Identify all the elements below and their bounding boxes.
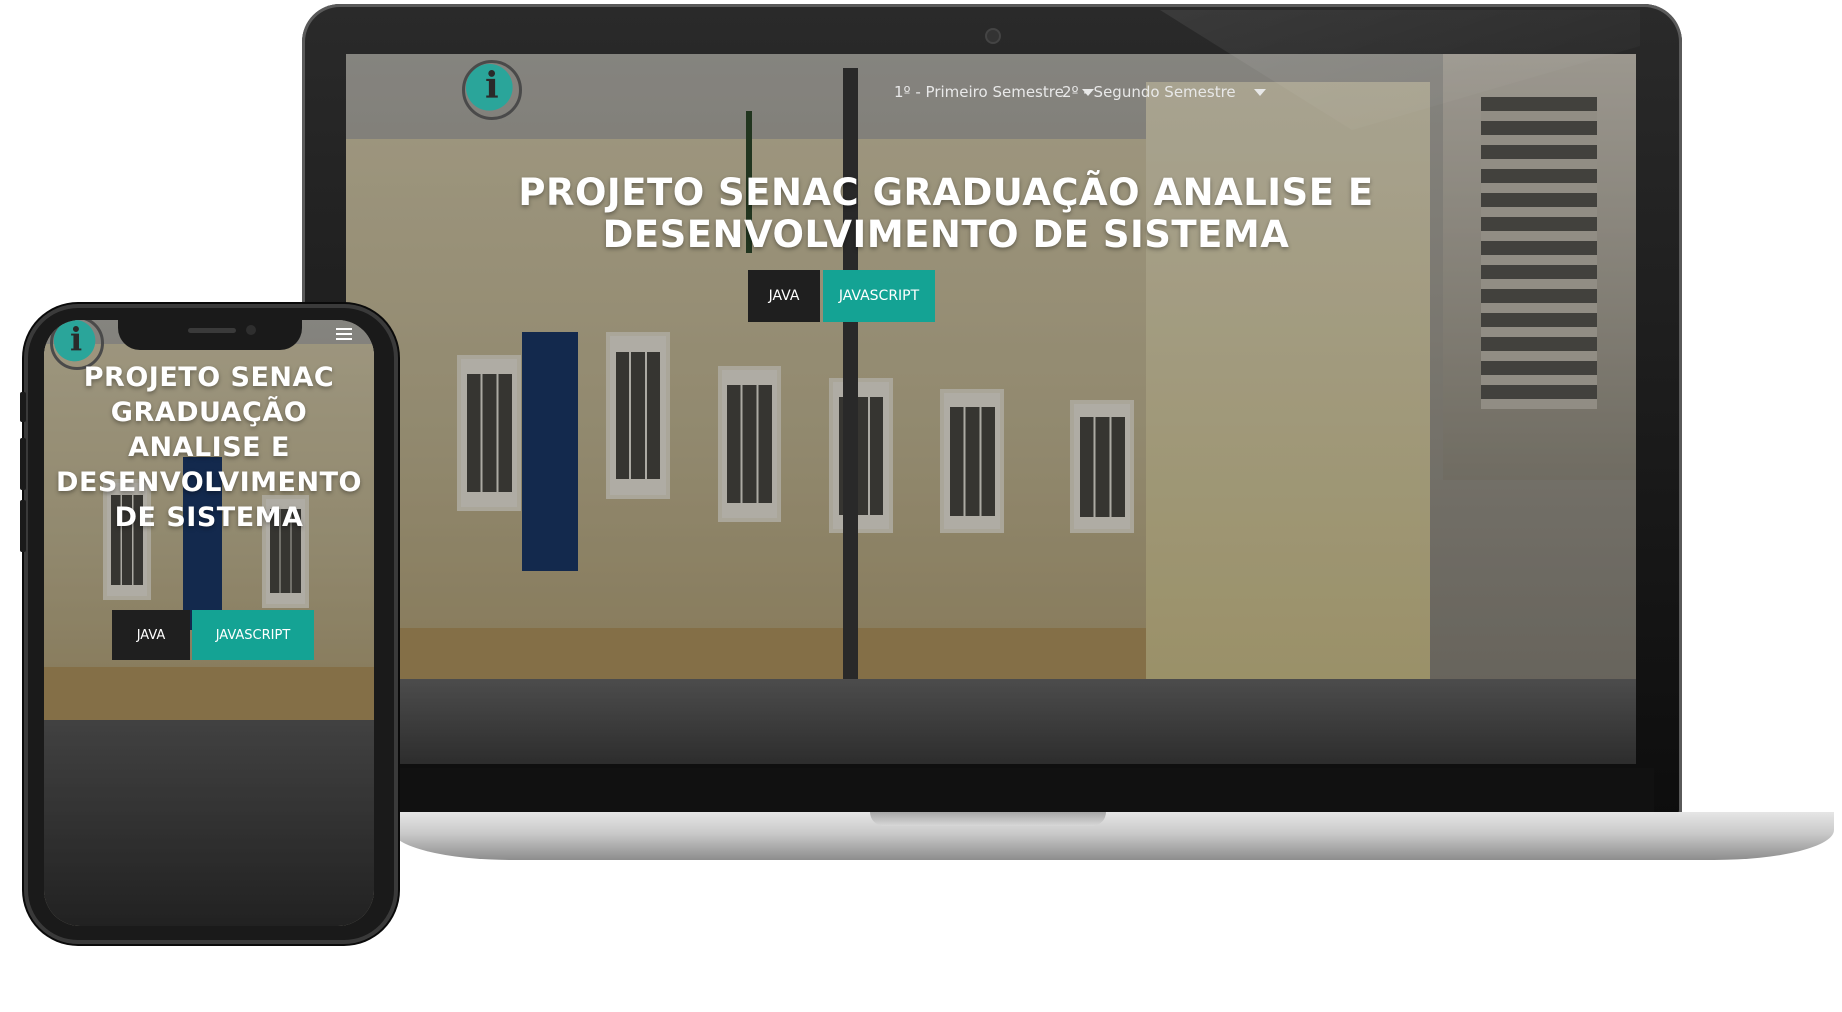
phone-side-button <box>20 500 26 552</box>
hamburger-menu-icon[interactable] <box>336 328 352 342</box>
phone-camera <box>246 325 256 335</box>
laptop-bezel-bottom <box>330 768 1654 814</box>
desktop-site-screen: i 1º - Primeiro Semestre 2º - Segundo Se… <box>346 54 1636 764</box>
nav-label: 2º - Segundo Semestre <box>1062 83 1236 101</box>
hero-title: PROJETO SENAC GRADUAÇÃO ANALISE E DESENV… <box>48 360 370 535</box>
hero-title-line: DESENVOLVIMENTO DE SISTEMA <box>602 213 1290 256</box>
hero-background-image <box>346 54 1636 764</box>
phone-side-button <box>20 392 26 422</box>
laptop-base <box>392 812 1834 860</box>
chevron-down-icon <box>1253 88 1266 96</box>
mobile-site-screen: i PROJETO SENAC GRADUAÇÃO ANALISE E DESE… <box>44 320 374 926</box>
javascript-button[interactable]: JAVASCRIPT <box>823 270 935 322</box>
hero-title-line: PROJETO SENAC <box>83 362 335 393</box>
nav-dropdown-segundo-semestre[interactable]: 2º - Segundo Semestre <box>1062 83 1266 101</box>
phone-side-button <box>20 438 26 490</box>
hero-title-line: DE SISTEMA <box>114 502 304 533</box>
logo-letter: i <box>70 320 83 358</box>
phone-notch <box>118 318 302 350</box>
laptop-trackpad-notch <box>870 812 1106 826</box>
logo-icon[interactable]: i <box>462 60 522 120</box>
java-button[interactable]: JAVA <box>112 610 190 660</box>
java-button[interactable]: JAVA <box>748 270 820 322</box>
nav-label: 1º - Primeiro Semestre <box>894 83 1064 101</box>
logo-letter: i <box>485 65 499 107</box>
hero-title: PROJETO SENAC GRADUAÇÃO ANALISE E DESENV… <box>486 172 1406 256</box>
hero-title-line: ANALISE E <box>128 432 290 463</box>
hero-title-line: PROJETO SENAC GRADUAÇÃO ANALISE E <box>518 171 1374 214</box>
phone-speaker <box>188 328 236 333</box>
javascript-button[interactable]: JAVASCRIPT <box>192 610 314 660</box>
hero-title-line: DESENVOLVIMENTO <box>56 467 362 498</box>
hero-title-line: GRADUAÇÃO <box>110 397 308 428</box>
laptop-camera <box>985 28 1001 44</box>
